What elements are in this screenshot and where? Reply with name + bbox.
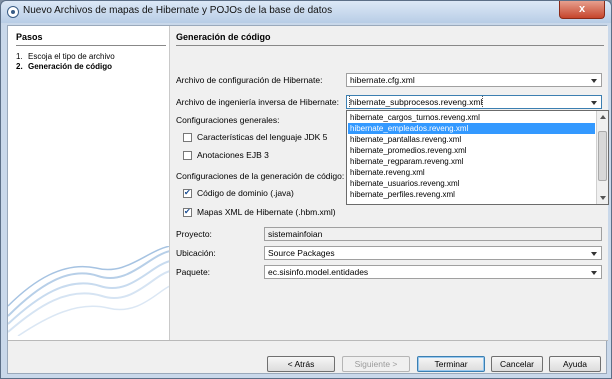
config-file-combo[interactable]: hibernate.cfg.xml <box>346 73 602 87</box>
codegen-config-label: Configuraciones de la generación de códi… <box>176 171 345 181</box>
window-title: Nuevo Archivos de mapas de Hibernate y P… <box>23 5 333 16</box>
step-number: 2. <box>16 62 23 71</box>
jdk5-label: Características del lenguaje JDK 5 <box>197 132 328 142</box>
footer-divider <box>8 340 608 341</box>
ejb3-label: Anotaciones EJB 3 <box>197 150 269 160</box>
xml-mappings-checkbox[interactable] <box>183 207 192 217</box>
next-button[interactable]: Siguiente > <box>342 356 410 372</box>
step-code-generation: 2. Generación de código <box>16 62 112 71</box>
chevron-down-icon <box>591 252 597 256</box>
step-choose-file-type: 1. Escoja el tipo de archivo <box>16 52 115 61</box>
config-file-label: Archivo de configuración de Hibernate: <box>176 75 323 85</box>
scrollbar-thumb[interactable] <box>598 131 607 181</box>
steps-title: Pasos <box>16 32 43 42</box>
dropdown-item[interactable]: hibernate_promedios.reveng.xml <box>348 145 595 156</box>
scroll-up-icon[interactable] <box>600 115 606 119</box>
ejb3-checkbox[interactable] <box>183 151 192 160</box>
dropdown-item[interactable]: hibernate_perfiles.reveng.xml <box>348 189 595 200</box>
close-button[interactable]: x <box>559 1 605 19</box>
heading-divider <box>176 45 604 46</box>
dropdown-item-selected[interactable]: hibernate_empleados.reveng.xml <box>348 123 595 134</box>
help-button[interactable]: Ayuda <box>549 356 601 372</box>
project-label: Proyecto: <box>176 229 212 239</box>
steps-divider <box>16 45 166 46</box>
section-heading: Generación de código <box>176 32 271 42</box>
location-label: Ubicación: <box>176 248 216 258</box>
jdk5-checkbox[interactable] <box>183 133 192 142</box>
title-bar[interactable]: Nuevo Archivos de mapas de Hibernate y P… <box>1 1 611 23</box>
dropdown-scrollbar[interactable] <box>596 111 608 204</box>
dropdown-item[interactable]: hibernate_pantallas.reveng.xml <box>348 134 595 145</box>
dropdown-item[interactable]: hibernate.reveng.xml <box>348 167 595 178</box>
dropdown-item[interactable]: hibernate_regparam.reveng.xml <box>348 156 595 167</box>
app-icon <box>7 6 19 18</box>
cancel-button[interactable]: Cancelar <box>491 356 543 372</box>
dropdown-item[interactable]: hibernate_usuarios.reveng.xml <box>348 178 595 189</box>
package-label: Paquete: <box>176 267 211 277</box>
steps-panel: Pasos 1. Escoja el tipo de archivo 2. Gene… <box>8 26 170 340</box>
chevron-down-icon <box>591 101 597 105</box>
back-button[interactable]: < Atrás <box>267 356 335 372</box>
reveng-dropdown-list[interactable]: hibernate_cargos_turnos.reveng.xml hiber… <box>346 110 609 205</box>
content-panel: Generación de código Archivo de configur… <box>170 26 609 340</box>
chevron-down-icon <box>591 79 597 83</box>
wizard-body: Pasos 1. Escoja el tipo de archivo 2. Gene… <box>7 25 609 374</box>
step-number: 1. <box>16 52 23 61</box>
finish-button[interactable]: Terminar <box>417 356 485 372</box>
dropdown-item[interactable]: hibernate_cargos_turnos.reveng.xml <box>348 112 595 123</box>
general-config-label: Configuraciones generales: <box>176 115 280 125</box>
wizard-window: Nuevo Archivos de mapas de Hibernate y P… <box>0 0 612 379</box>
chevron-down-icon <box>591 271 597 275</box>
step-label: Escoja el tipo de archivo <box>28 52 115 61</box>
reveng-file-label: Archivo de ingeniería inversa de Hiberna… <box>176 97 340 107</box>
xml-mappings-label: Mapas XML de Hibernate (.hbm.xml) <box>197 207 336 217</box>
step-label: Generación de código <box>28 62 113 71</box>
location-value: Source Packages <box>268 248 335 258</box>
config-file-value: hibernate.cfg.xml <box>350 75 415 85</box>
reveng-file-combo[interactable]: hibernate_subprocesos.reveng.xml <box>346 95 602 109</box>
reveng-file-value: hibernate_subprocesos.reveng.xml <box>348 96 484 108</box>
project-field: sistemainfoian <box>264 227 602 241</box>
domain-code-checkbox[interactable] <box>183 188 192 198</box>
location-combo[interactable]: Source Packages <box>264 246 602 260</box>
package-combo[interactable]: ec.sisinfo.model.entidades <box>264 265 602 279</box>
domain-code-label: Código de dominio (.java) <box>197 188 294 198</box>
scroll-down-icon[interactable] <box>600 196 606 200</box>
package-value: ec.sisinfo.model.entidades <box>268 267 369 277</box>
decorative-wave-graphic <box>8 246 169 336</box>
